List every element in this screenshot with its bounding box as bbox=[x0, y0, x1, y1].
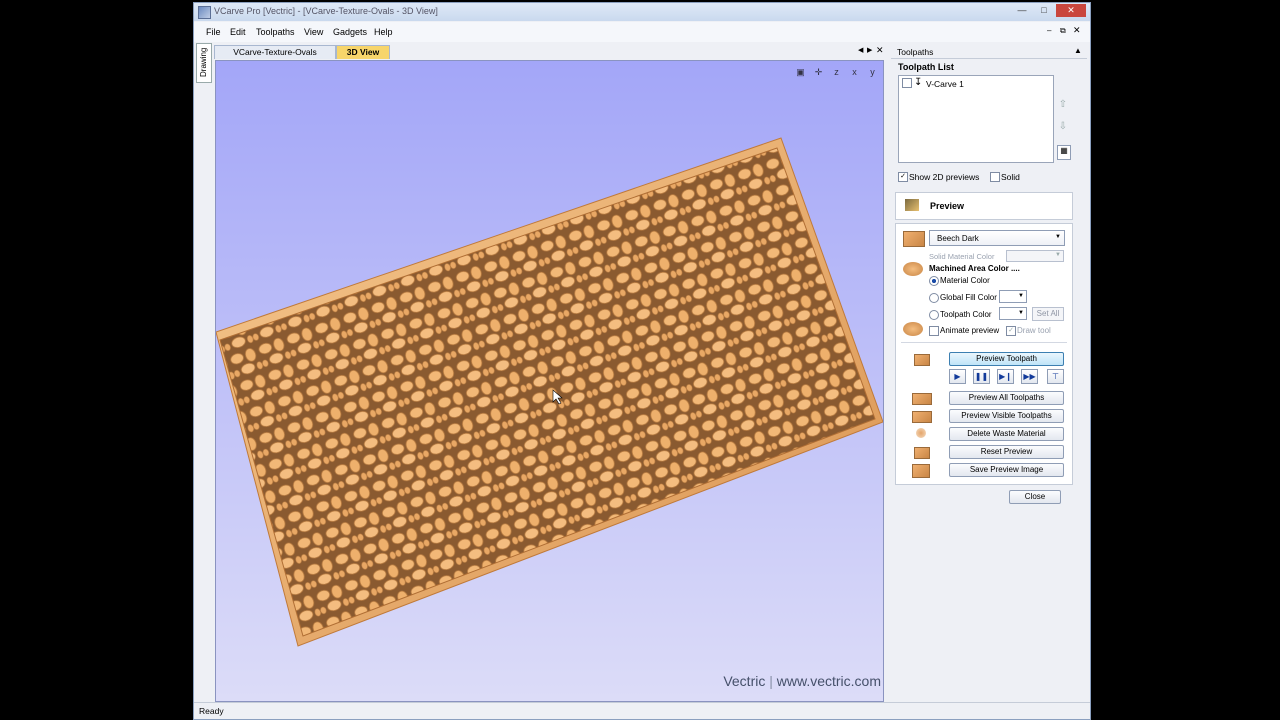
preview-icon bbox=[905, 199, 919, 211]
chevron-down-icon: ▼ bbox=[1018, 310, 1024, 316]
radio-toolpath-color[interactable] bbox=[929, 310, 939, 320]
radio-global-fill-label: Global Fill Color bbox=[940, 293, 997, 302]
pin-icon[interactable]: ▲ bbox=[1074, 46, 1082, 55]
title-bar: VCarve Pro [Vectric] - [VCarve-Texture-O… bbox=[194, 3, 1090, 21]
solid-label: Solid bbox=[1001, 172, 1020, 182]
chevron-down-icon: ▼ bbox=[1055, 252, 1061, 258]
status-bar: Ready bbox=[194, 702, 1090, 719]
status-text: Ready bbox=[199, 706, 224, 716]
toolpath-color-picker[interactable]: ▼ bbox=[999, 307, 1027, 320]
close-icon[interactable]: ✕ bbox=[1056, 4, 1086, 17]
radio-toolpath-color-label: Toolpath Color bbox=[940, 310, 992, 319]
vectric-watermark: Vectric | www.vectric.com bbox=[723, 673, 881, 689]
3d-view-canvas[interactable]: ▣ ✛ z x y Vectric | www.vectric.com bbox=[215, 60, 884, 702]
window-title: VCarve Pro [Vectric] - [VCarve-Texture-O… bbox=[214, 6, 438, 16]
menu-toolpaths[interactable]: Toolpaths bbox=[256, 27, 295, 37]
close-button[interactable]: Close bbox=[1009, 490, 1061, 504]
fast-forward-icon[interactable]: ▶▶ bbox=[1021, 369, 1038, 384]
carved-panel bbox=[216, 137, 883, 647]
maximize-icon[interactable]: □ bbox=[1034, 4, 1054, 17]
machined-area-label: Machined Area Color .... bbox=[929, 264, 1020, 273]
preview-header: Preview bbox=[895, 192, 1073, 220]
toolpath-list-title: Toolpath List bbox=[898, 62, 954, 72]
radio-material-color[interactable] bbox=[929, 276, 939, 286]
vcarve-tool-icon: ↧ bbox=[914, 77, 923, 88]
reset-preview-icon bbox=[914, 447, 930, 459]
save-image-button[interactable]: Save Preview Image bbox=[949, 463, 1064, 477]
machined-area-icon bbox=[903, 262, 923, 276]
toolpath-list: ↧ V-Carve 1 bbox=[898, 75, 1054, 163]
toolpath-summary-icon[interactable]: ▦ bbox=[1057, 145, 1071, 160]
animate-preview-label: Animate preview bbox=[940, 326, 1000, 335]
save-image-icon bbox=[912, 464, 930, 478]
menu-gadgets[interactable]: Gadgets bbox=[333, 27, 367, 37]
material-swatch-icon bbox=[903, 231, 925, 247]
toolpath-name: V-Carve 1 bbox=[926, 79, 964, 89]
iso-view-icon[interactable]: ✛ bbox=[812, 66, 825, 79]
menu-help[interactable]: Help bbox=[374, 27, 393, 37]
move-down-icon[interactable]: ⇩ bbox=[1057, 121, 1069, 135]
animate-preview-checkbox[interactable] bbox=[929, 326, 939, 336]
move-up-icon[interactable]: ⇧ bbox=[1057, 99, 1069, 113]
tab-document[interactable]: VCarve-Texture-Ovals bbox=[214, 45, 336, 59]
app-icon bbox=[198, 6, 211, 19]
preview-visible-button[interactable]: Preview Visible Toolpaths bbox=[949, 409, 1064, 423]
preview-visible-icon bbox=[912, 411, 932, 423]
menu-file[interactable]: File bbox=[206, 27, 221, 37]
app-window: VCarve Pro [Vectric] - [VCarve-Texture-O… bbox=[193, 2, 1091, 720]
play-icon[interactable]: ▶ bbox=[949, 369, 966, 384]
drawing-side-tab[interactable]: Drawing bbox=[196, 43, 212, 83]
tab-3d-view[interactable]: 3D View bbox=[336, 45, 390, 59]
solid-material-color-picker[interactable]: ▼ bbox=[1006, 250, 1064, 262]
toolpath-visible-checkbox[interactable] bbox=[902, 78, 912, 88]
mdi-close-icon[interactable]: ✕ bbox=[1073, 25, 1081, 36]
solid-checkbox[interactable] bbox=[990, 172, 1000, 182]
step-forward-icon[interactable]: ▶❙ bbox=[997, 369, 1014, 384]
toolpaths-panel: Toolpaths ▲ Toolpath List ↧ V-Carve 1 ⇧ … bbox=[891, 45, 1087, 700]
view-y-icon[interactable]: y bbox=[866, 66, 879, 79]
radio-global-fill-color[interactable] bbox=[929, 293, 939, 303]
delete-waste-icon bbox=[916, 428, 926, 438]
tab-scroll-left-icon[interactable]: ◀ bbox=[858, 46, 863, 54]
chevron-down-icon: ▼ bbox=[1018, 293, 1024, 299]
global-fill-color-picker[interactable]: ▼ bbox=[999, 290, 1027, 303]
preview-all-button[interactable]: Preview All Toolpaths bbox=[949, 391, 1064, 405]
radio-material-color-label: Material Color bbox=[940, 276, 990, 285]
tab-scroll-right-icon[interactable]: ▶ bbox=[867, 46, 872, 54]
mdi-restore-icon[interactable]: ⧉ bbox=[1060, 26, 1066, 36]
menu-edit[interactable]: Edit bbox=[230, 27, 246, 37]
reset-preview-button[interactable]: Reset Preview bbox=[949, 445, 1064, 459]
minimize-icon[interactable]: — bbox=[1012, 4, 1032, 17]
mdi-minimize-icon[interactable]: – bbox=[1047, 26, 1051, 35]
zoom-extents-icon[interactable]: ▣ bbox=[794, 66, 807, 79]
pause-icon[interactable]: ❚❚ bbox=[973, 369, 990, 384]
show-2d-label: Show 2D previews bbox=[909, 172, 980, 182]
draw-tool-label: Draw tool bbox=[1017, 326, 1051, 335]
delete-waste-button[interactable]: Delete Waste Material bbox=[949, 427, 1064, 441]
draw-tool-checkbox[interactable]: ✓ bbox=[1006, 326, 1016, 336]
preview-all-icon bbox=[912, 393, 932, 405]
preview-toolpath-icon bbox=[914, 354, 930, 366]
preview-settings: Beech Dark ▼ Solid Material Color ▼ Mach… bbox=[895, 223, 1073, 485]
tab-close-icon[interactable]: ✕ bbox=[876, 45, 884, 56]
preview-title: Preview bbox=[930, 201, 965, 211]
chevron-down-icon: ▼ bbox=[1055, 234, 1061, 240]
playback-controls: ▶ ❚❚ ▶❙ ▶▶ ⊤ bbox=[949, 369, 1065, 384]
tool-height-icon[interactable]: ⊤ bbox=[1047, 369, 1064, 384]
preview-toolpath-button[interactable]: Preview Toolpath bbox=[949, 352, 1064, 366]
animate-icon bbox=[903, 322, 923, 336]
menu-view[interactable]: View bbox=[304, 27, 323, 37]
solid-material-color-label: Solid Material Color bbox=[929, 252, 995, 261]
panel-header: Toolpaths bbox=[897, 47, 934, 57]
show-2d-checkbox[interactable]: ✓ bbox=[898, 172, 908, 182]
document-tabs: VCarve-Texture-Ovals 3D View ◀ ▶ ✕ bbox=[214, 45, 884, 59]
set-all-button[interactable]: Set All bbox=[1032, 307, 1064, 321]
view-x-icon[interactable]: x bbox=[848, 66, 861, 79]
view-z-icon[interactable]: z bbox=[830, 66, 843, 79]
material-select[interactable]: Beech Dark ▼ bbox=[929, 230, 1065, 246]
menu-bar: File Edit Toolpaths View Gadgets Help – … bbox=[194, 22, 1090, 42]
